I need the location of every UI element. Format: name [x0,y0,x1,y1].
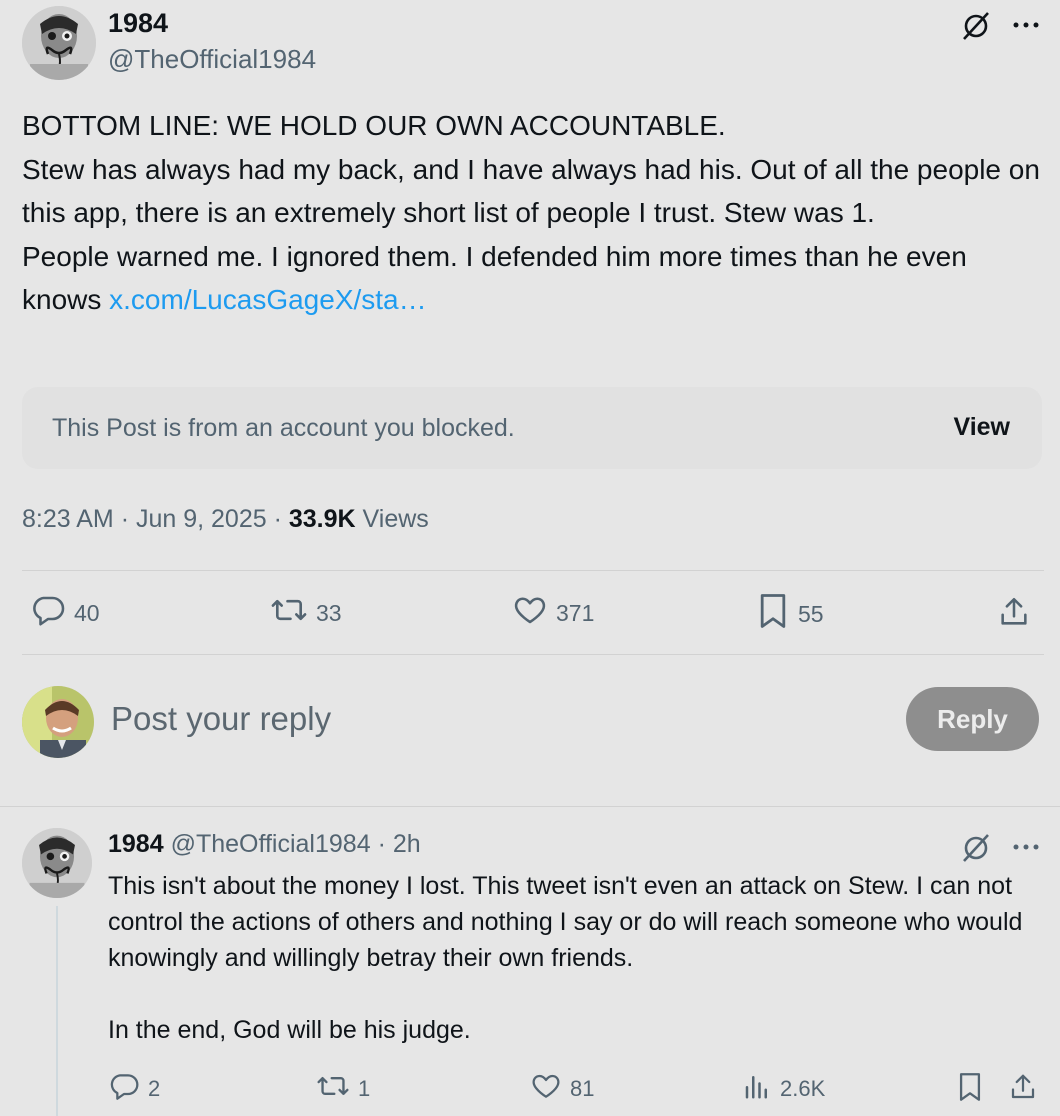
like-icon [512,592,548,634]
reply-reply-count: 2 [148,1076,161,1101]
like-action[interactable]: 371 [512,592,594,634]
reply-icon [30,592,66,634]
post-text-line-1: BOTTOM LINE: WE HOLD OUR OWN ACCOUNTABLE… [22,110,726,141]
bookmark-icon [756,592,790,636]
reply-icon [108,1070,140,1108]
post-text: BOTTOM LINE: WE HOLD OUR OWN ACCOUNTABLE… [22,104,1044,322]
author-name[interactable]: 1984 [108,8,168,39]
views-label: Views [362,505,429,533]
more-icon[interactable] [1008,832,1044,862]
reply-text: This isn't about the money I lost. This … [108,872,1023,1044]
blocked-notice: This Post is from an account you blocked… [52,414,515,442]
repost-count: 33 [316,599,342,626]
repost-icon [316,1070,350,1108]
like-icon [530,1070,562,1108]
bookmark-icon[interactable] [952,1068,988,1106]
author-handle[interactable]: @TheOfficial1984 [108,44,316,75]
viewer-avatar[interactable] [22,686,94,758]
post-time[interactable]: 8:23 AM [22,505,114,533]
reply-author-avatar[interactable] [22,828,92,898]
meta-separator-2: · [273,505,282,533]
thread-line [56,906,58,1116]
reply-views-action[interactable]: 2.6K [742,1070,825,1108]
reply-age[interactable]: 2h [393,830,421,858]
divider-composer [0,806,1060,807]
reply-composer-input[interactable]: Post your reply [111,700,331,738]
more-icon[interactable] [1008,10,1044,40]
views-icon [742,1070,772,1108]
bookmark-count: 55 [798,600,824,627]
like-count: 371 [556,599,595,626]
grok-icon[interactable] [958,8,994,44]
reply-author-name[interactable]: 1984 [108,830,164,858]
grok-icon[interactable] [958,830,994,866]
reply-repost-count: 1 [358,1076,371,1101]
reply-like-count: 81 [570,1076,595,1101]
views-count: 33.9K [288,505,356,533]
divider-bottom-actions [22,654,1044,655]
reply-header: 1984 @TheOfficial1984 · 2h [108,830,421,859]
author-avatar[interactable] [22,6,96,80]
reply-submit-button[interactable]: Reply [906,687,1039,751]
share-icon[interactable] [1004,1068,1042,1106]
reply-separator: · [377,830,386,858]
post-meta: 8:23 AM · Jun 9, 2025 · 33.9K Views [22,505,429,534]
reply-repost-action[interactable]: 1 [316,1070,370,1108]
reply-views-count: 2.6K [780,1076,826,1101]
reply-like-action[interactable]: 81 [530,1070,594,1108]
blocked-view-button[interactable]: View [953,413,1010,442]
post-text-line-2: Stew has always had my back, and I have … [22,153,1040,229]
reply-count: 40 [74,599,100,626]
reply-action[interactable]: 40 [30,592,100,634]
bookmark-action[interactable]: 55 [756,592,824,636]
repost-icon [270,592,308,634]
post-link[interactable]: x.com/LucasGageX/sta… [109,284,426,315]
share-icon[interactable] [994,592,1034,632]
blocked-quote-box: This Post is from an account you blocked… [22,387,1042,469]
divider-top-actions [22,570,1044,571]
repost-action[interactable]: 33 [270,592,342,634]
meta-separator: · [120,505,130,533]
post-date[interactable]: Jun 9, 2025 [136,505,267,533]
reply-reply-action[interactable]: 2 [108,1070,160,1108]
reply-author-handle[interactable]: @TheOfficial1984 [171,830,371,858]
